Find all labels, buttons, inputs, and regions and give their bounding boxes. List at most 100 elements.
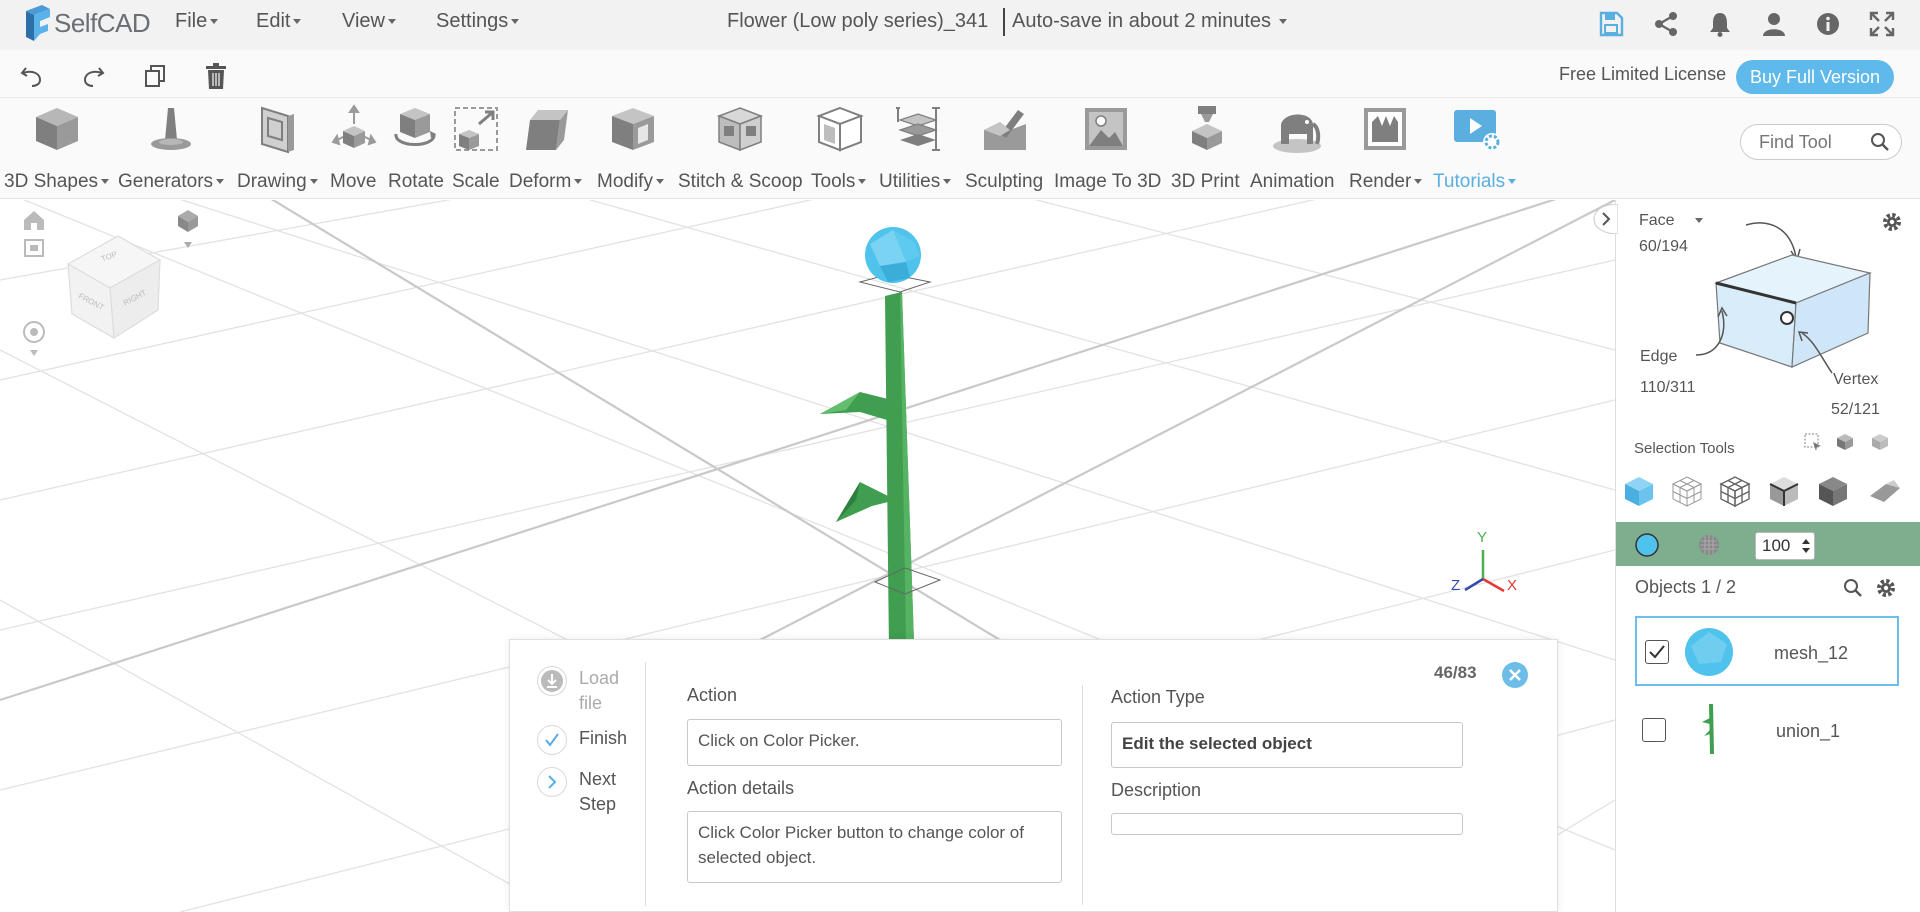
menu-view[interactable]: View: [342, 10, 396, 33]
tutorial-step-load-file[interactable]: Load file: [579, 666, 639, 716]
autosave-status[interactable]: Auto-save in about 2 minutes: [1012, 10, 1288, 33]
orbit-icon[interactable]: [23, 321, 45, 356]
description-field[interactable]: [1111, 813, 1463, 835]
select-face-icon[interactable]: [1816, 474, 1850, 508]
info-icon[interactable]: [1814, 10, 1842, 38]
perspective-cube-icon[interactable]: [178, 210, 198, 248]
select-polygon-icon[interactable]: [1670, 474, 1704, 508]
finish-step-circle[interactable]: [537, 725, 567, 755]
fit-view-icon[interactable]: [24, 239, 44, 257]
tool-label-utilities[interactable]: Utilities: [879, 171, 952, 193]
object-name-union-1[interactable]: union_1: [1776, 721, 1840, 742]
gear-icon[interactable]: [1881, 211, 1903, 233]
edge-mode-label[interactable]: Edge: [1640, 348, 1677, 366]
buy-full-version-button[interactable]: Buy Full Version: [1736, 60, 1894, 94]
tool-label-tools[interactable]: Tools: [811, 171, 867, 193]
tools-icon: [816, 106, 864, 152]
tutorial-video-icon: [1454, 110, 1501, 151]
select-edge-icon[interactable]: [1767, 474, 1801, 508]
tool-label-tutorials[interactable]: Tutorials: [1433, 171, 1517, 193]
document-title[interactable]: Flower (Low poly series)_341: [727, 10, 988, 33]
caret-down-icon: [574, 179, 583, 185]
action-field[interactable]: Click on Color Picker.: [687, 719, 1062, 766]
select-cube-icon[interactable]: [1835, 432, 1855, 452]
tool-tutorials-text: Tutorials: [1433, 171, 1506, 192]
caret-down-icon: [511, 19, 520, 25]
tutorial-step-finish[interactable]: Finish: [579, 726, 627, 751]
vertex-mode-label[interactable]: Vertex: [1833, 371, 1878, 389]
action-details-field[interactable]: Click Color Picker button to change colo…: [687, 811, 1062, 883]
menu-file[interactable]: File: [175, 10, 219, 33]
fullscreen-icon[interactable]: [1868, 10, 1896, 38]
tool-label-stitch-scoop[interactable]: Stitch & Scoop: [678, 171, 803, 193]
tool-label-3d-print[interactable]: 3D Print: [1171, 171, 1240, 193]
tool-label-drawing[interactable]: Drawing: [237, 171, 318, 193]
tool-label-scale[interactable]: Scale: [452, 171, 500, 193]
tool-label-3d-shapes[interactable]: 3D Shapes: [4, 171, 110, 193]
share-icon[interactable]: [1652, 10, 1680, 38]
load-file-step-circle[interactable]: [537, 666, 567, 696]
menu-view-label: View: [342, 10, 385, 32]
tool-label-deform[interactable]: Deform: [509, 171, 583, 193]
license-status: Free Limited License: [1559, 64, 1727, 84]
axis-z-label: Z: [1451, 577, 1460, 594]
redo-icon[interactable]: [79, 62, 107, 90]
color-picker-button[interactable]: [1634, 532, 1660, 558]
user-icon[interactable]: [1760, 10, 1788, 38]
save-icon[interactable]: [1597, 10, 1625, 38]
axis-x-label: X: [1507, 577, 1517, 594]
sculpting-icon: [984, 110, 1026, 150]
object-visibility-checkbox[interactable]: [1642, 718, 1666, 742]
action-type-field[interactable]: Edit the selected object: [1111, 722, 1463, 768]
animation-elephant-icon: [1273, 114, 1321, 153]
next-step-circle[interactable]: [537, 767, 567, 797]
app-logo[interactable]: SelfCAD: [22, 2, 151, 44]
view-cube[interactable]: TOP FRONT RIGHT: [66, 235, 162, 340]
chevron-right-icon: [548, 775, 557, 789]
select-grid-icon[interactable]: [1718, 474, 1752, 508]
caret-down-icon: [858, 179, 867, 185]
copy-icon[interactable]: [141, 62, 169, 90]
tool-label-move[interactable]: Move: [330, 171, 376, 193]
app-name: SelfCAD: [54, 7, 151, 38]
tutorial-step-next[interactable]: Next Step: [579, 767, 639, 817]
select-solid-icon[interactable]: [1870, 432, 1890, 452]
tool-label-generators[interactable]: Generators: [118, 171, 225, 193]
image-to-3d-icon: [1085, 108, 1127, 150]
caret-down-icon: [943, 179, 952, 185]
home-view-icon[interactable]: [24, 211, 44, 230]
edge-count: 110/311: [1640, 379, 1696, 396]
tool-label-image-to-3d[interactable]: Image To 3D: [1054, 171, 1161, 193]
stepper-arrows-icon[interactable]: [1800, 535, 1812, 557]
object-row-union-1[interactable]: [1635, 695, 1899, 765]
menu-file-label: File: [175, 10, 208, 32]
select-object-icon[interactable]: [1622, 474, 1656, 508]
search-objects-icon[interactable]: [1843, 578, 1863, 598]
objects-settings-gear-icon[interactable]: [1875, 577, 1897, 599]
object-visibility-checkbox[interactable]: [1645, 640, 1669, 664]
undo-icon[interactable]: [18, 62, 46, 90]
menu-edit[interactable]: Edit: [256, 10, 302, 33]
tool-utilities-text: Utilities: [879, 171, 941, 192]
tutorial-divider: [645, 662, 646, 906]
menu-bar: SelfCAD File Edit View Settings Flower (…: [0, 0, 1920, 50]
tool-label-render[interactable]: Render: [1349, 171, 1423, 193]
tool-label-animation[interactable]: Animation: [1250, 171, 1335, 193]
select-plane-icon[interactable]: [1866, 474, 1902, 508]
texture-icon[interactable]: [1696, 532, 1722, 558]
select-box-icon[interactable]: [1803, 432, 1823, 452]
tool-label-modify[interactable]: Modify: [597, 171, 664, 193]
tool-label-rotate[interactable]: Rotate: [388, 171, 444, 193]
menu-settings[interactable]: Settings: [436, 10, 520, 33]
caret-down-icon: [388, 19, 396, 25]
tool-label-sculpting[interactable]: Sculpting: [965, 171, 1043, 193]
object-name-mesh-12[interactable]: mesh_12: [1774, 643, 1848, 664]
autosave-text: Auto-save in about 2 minutes: [1012, 10, 1272, 32]
close-tutorial-button[interactable]: [1502, 662, 1528, 688]
collapse-panel-chevron-icon[interactable]: [1592, 204, 1618, 234]
trash-icon[interactable]: [202, 62, 230, 90]
search-icon[interactable]: [1870, 132, 1890, 152]
object-row-mesh-12[interactable]: [1635, 616, 1899, 686]
mesh-12-sphere[interactable]: [865, 227, 921, 283]
bell-icon[interactable]: [1706, 10, 1734, 38]
